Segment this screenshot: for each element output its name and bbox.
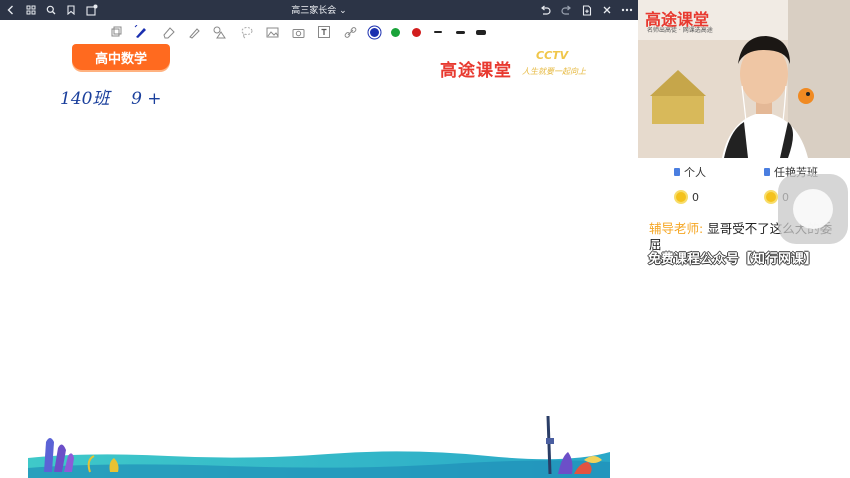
drawing-toolbar <box>104 24 504 42</box>
redo-icon[interactable] <box>559 3 573 17</box>
color-swatch-green[interactable] <box>387 24 403 40</box>
link-icon[interactable] <box>342 24 358 40</box>
color-swatch-red[interactable] <box>408 24 424 40</box>
more-icon[interactable] <box>620 3 634 17</box>
add-page-icon[interactable] <box>580 3 594 17</box>
image-icon[interactable] <box>264 24 280 40</box>
camera-icon[interactable] <box>290 24 306 40</box>
stroke-medium-option[interactable] <box>452 24 468 40</box>
floating-button-knob <box>793 189 833 229</box>
watermark-text: 免费课程公众号【知行网课】 <box>648 252 818 267</box>
handwritten-note: 140班 9 + <box>60 89 162 109</box>
floating-assistive-button[interactable] <box>778 174 848 244</box>
chat-sender: 辅导老师: <box>649 221 704 236</box>
cctv-tagline: 人生就要一起向上 <box>522 67 586 76</box>
shapes-icon[interactable] <box>212 24 228 40</box>
undo-icon[interactable] <box>538 3 552 17</box>
subject-badge: 高中数学 <box>72 44 170 70</box>
title-bar: 高三家长会 ⌄ <box>0 0 638 20</box>
color-swatch-blue[interactable] <box>366 24 382 40</box>
whiteboard-canvas[interactable]: 高中数学 高途课堂 CCTV 人生就要一起向上 140班 9 + <box>0 20 638 478</box>
window-title-label: 高三家长会 <box>291 6 337 16</box>
chevron-down-icon: ⌄ <box>339 6 347 16</box>
text-icon[interactable] <box>316 24 332 40</box>
cctv-logo: CCTV <box>536 49 569 62</box>
pen-icon[interactable] <box>133 24 149 40</box>
eraser-icon[interactable] <box>160 24 176 40</box>
ocean-decoration <box>28 415 610 478</box>
stroke-thin-option[interactable] <box>430 24 446 40</box>
app-window: 高三家长会 ⌄ 高中数学 高途课堂 CCTV 人生就要一起向上 140班 9 +… <box>0 0 850 478</box>
stroke-thick-option[interactable] <box>473 24 489 40</box>
marker-icon[interactable] <box>186 24 202 40</box>
select-icon[interactable] <box>108 24 124 40</box>
lasso-icon[interactable] <box>238 24 254 40</box>
close-icon[interactable] <box>600 3 614 17</box>
brand-logo: 高途课堂 <box>440 61 512 81</box>
